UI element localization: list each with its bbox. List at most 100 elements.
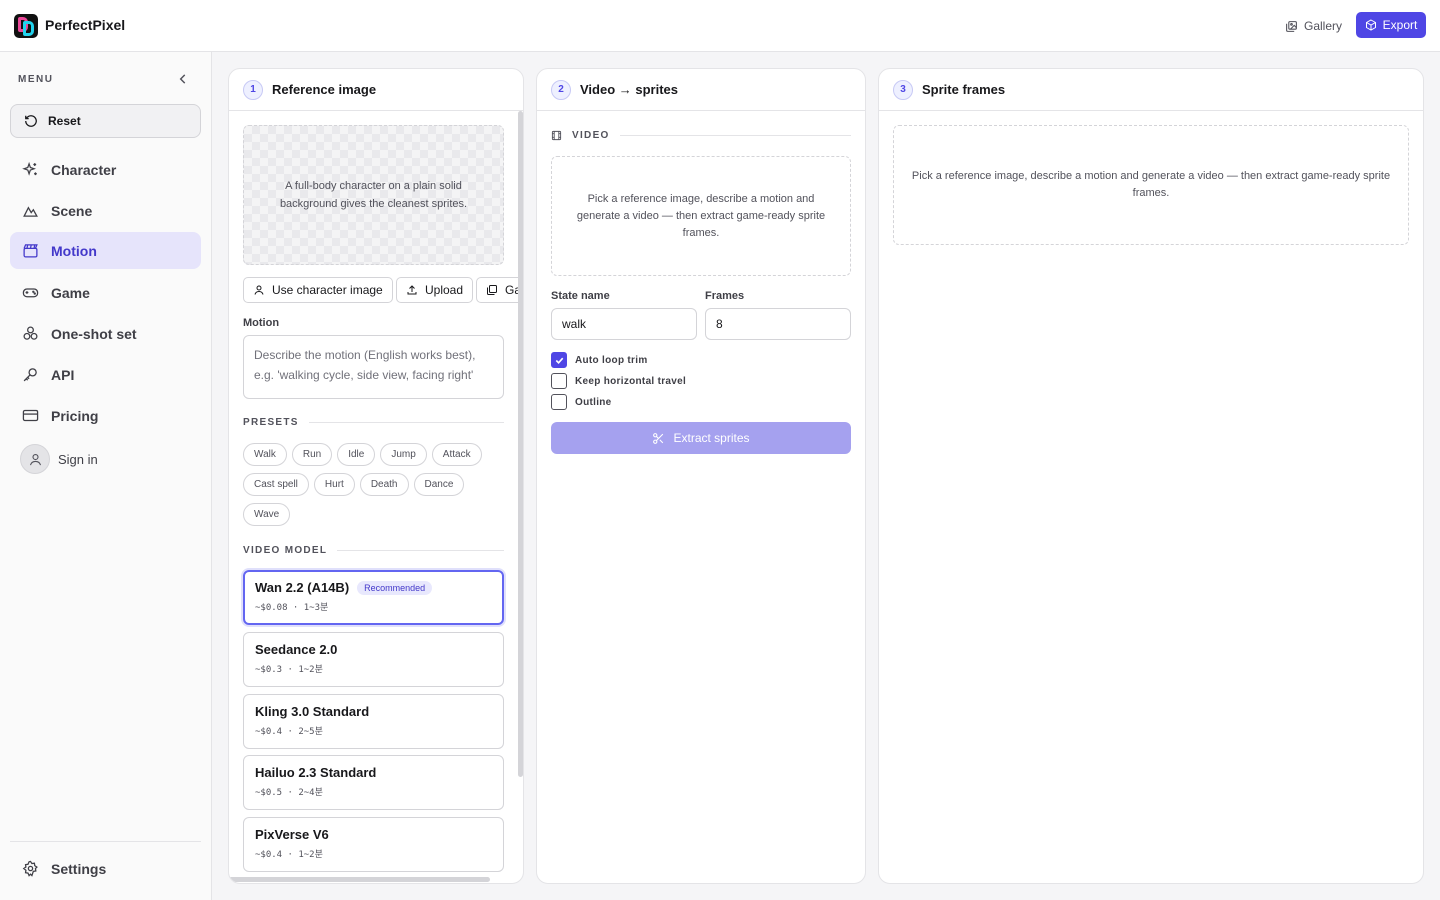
preset-chip[interactable]: Attack: [431, 443, 482, 466]
section-divider: [619, 135, 851, 136]
sprite-frames-placeholder-text: Pick a reference image, describe a motio…: [911, 170, 1391, 199]
app-logo-icon[interactable]: [14, 14, 38, 38]
model-option-wan[interactable]: Wan 2.2 (A14B) Recommended ~$0.08 · 1~3분: [243, 570, 504, 625]
sidebar-item-pricing[interactable]: Pricing: [10, 397, 201, 434]
preset-chip[interactable]: Dance: [413, 473, 465, 496]
recommended-badge: Recommended: [357, 580, 433, 595]
model-meta: ~$0.5 · 2~4분: [255, 788, 323, 798]
sidebar-item-label: API: [51, 366, 75, 383]
extract-sprites-button[interactable]: Extract sprites: [551, 422, 851, 454]
model-meta: ~$0.4 · 1~2분: [255, 850, 323, 860]
sidebar-item-label: Character: [51, 161, 117, 178]
sidebar-item-api[interactable]: API: [10, 356, 201, 393]
option-label: Keep horizontal travel: [575, 375, 687, 387]
model-meta: ~$0.3 · 1~2분: [255, 665, 323, 675]
panel-header: 1 Reference image: [229, 69, 523, 111]
sidebar-item-label: Motion: [51, 242, 97, 259]
shapes-icon: [23, 326, 38, 340]
model-name-row: Wan 2.2 (A14B) Recommended: [255, 580, 492, 595]
model-name: Kling 3.0 Standard: [255, 704, 370, 719]
vertical-scrollbar[interactable]: [518, 111, 523, 777]
model-option-kling[interactable]: Kling 3.0 Standard ~$0.4 · 2~5분: [243, 694, 504, 749]
credit-card-icon: [22, 409, 39, 422]
rotate-ccw-icon: [25, 115, 37, 127]
panel-title: Sprite frames: [922, 82, 1006, 97]
gear-icon: [22, 860, 38, 877]
sign-in-label: Sign in: [58, 451, 98, 467]
upload-button[interactable]: Upload: [396, 277, 474, 303]
video-placeholder: Pick a reference image, describe a motio…: [551, 156, 851, 276]
preset-chip[interactable]: Idle: [337, 443, 376, 466]
gallery-pick-button[interactable]: Gallery: [476, 277, 523, 303]
sidebar-item-one-shot-set[interactable]: One-shot set: [10, 315, 201, 352]
preset-chip[interactable]: Wave: [243, 503, 291, 526]
checkbox-checked[interactable]: [551, 352, 567, 368]
use-character-image-button[interactable]: Use character image: [243, 277, 393, 303]
sidebar-item-scene[interactable]: Scene: [10, 192, 201, 229]
sidebar-item-settings[interactable]: Settings: [10, 850, 201, 887]
user-icon: [29, 453, 41, 465]
preset-chip[interactable]: Walk: [243, 443, 287, 466]
film-icon: [551, 130, 562, 141]
reference-image-panel: 1 Reference image A full-body character …: [228, 68, 524, 884]
preset-chip[interactable]: Run: [291, 443, 333, 466]
sidebar-item-motion[interactable]: Motion: [10, 232, 201, 269]
keep-horizontal-travel-option[interactable]: Keep horizontal travel: [551, 373, 686, 389]
checkbox[interactable]: [551, 394, 567, 410]
mountain-icon: [23, 206, 38, 217]
horizontal-scrollbar[interactable]: [229, 877, 490, 882]
video-section-title: VIDEO: [551, 130, 851, 141]
sidebar-item-label: One-shot set: [51, 325, 137, 342]
images-icon: [1286, 20, 1297, 32]
auto-loop-trim-option[interactable]: Auto loop trim: [551, 352, 648, 368]
dropzone-hint: A full-body character on a plain solid b…: [279, 180, 468, 210]
reset-label: Reset: [48, 114, 81, 128]
images-icon: [487, 285, 497, 295]
model-name: PixVerse V6: [255, 827, 329, 842]
frames-input[interactable]: 8: [705, 308, 851, 340]
section-title-text: PRESETS: [243, 417, 299, 428]
package-icon: [1365, 19, 1376, 31]
state-name-label: State name: [551, 290, 610, 302]
gamepad-icon: [22, 288, 39, 298]
sidebar-item-game[interactable]: Game: [10, 274, 201, 311]
model-option-hailuo[interactable]: Hailuo 2.3 Standard ~$0.5 · 2~4분: [243, 755, 504, 810]
sidebar-item-character[interactable]: Character: [10, 151, 201, 188]
step-number: 3: [893, 79, 913, 100]
reset-button[interactable]: Reset: [10, 104, 201, 138]
preset-chips: Walk Run Idle Jump Attack Cast spell Hur…: [243, 443, 505, 526]
option-label: Auto loop trim: [575, 354, 648, 366]
clapperboard-icon: [23, 244, 38, 258]
model-name: Seedance 2.0: [255, 642, 338, 657]
model-option-seedance[interactable]: Seedance 2.0 ~$0.3 · 1~2분: [243, 632, 504, 687]
sign-in-button[interactable]: Sign in: [20, 444, 98, 474]
chevron-left-icon[interactable]: [176, 72, 190, 86]
preset-chip[interactable]: Death: [359, 473, 409, 496]
upload-icon: [407, 285, 417, 295]
sidebar: MENU Reset Character Scene Motion Game O…: [0, 52, 212, 900]
model-name: Wan 2.2 (A14B): [255, 580, 350, 595]
reference-image-dropzone[interactable]: A full-body character on a plain solid b…: [243, 125, 504, 265]
panel-title: Reference image: [272, 82, 377, 97]
outline-option[interactable]: Outline: [551, 394, 612, 410]
preset-chip[interactable]: Hurt: [313, 473, 355, 496]
brand-name[interactable]: PerfectPixel: [45, 17, 125, 33]
gallery-button[interactable]: Gallery: [1285, 13, 1342, 39]
checkbox[interactable]: [551, 373, 567, 389]
export-button[interactable]: Export: [1356, 12, 1426, 38]
sprite-frames-placeholder: Pick a reference image, describe a motio…: [893, 125, 1409, 245]
panel-title: Video → sprites: [580, 82, 679, 97]
sidebar-item-label: Pricing: [51, 407, 99, 424]
frames-label: Frames: [705, 290, 745, 302]
state-name-input[interactable]: walk: [551, 308, 697, 340]
panel-header: 2 Video → sprites: [537, 69, 865, 111]
key-icon: [23, 368, 37, 382]
section-title-text: VIDEO MODEL: [243, 545, 328, 556]
model-option-pixverse[interactable]: PixVerse V6 ~$0.4 · 1~2분: [243, 817, 504, 872]
menu-label: MENU: [18, 74, 54, 85]
motion-input[interactable]: Describe the motion (English works best)…: [243, 335, 504, 399]
sidebar-item-label: Scene: [51, 202, 93, 219]
gallery-label: Gallery: [1304, 19, 1343, 33]
preset-chip[interactable]: Jump: [380, 443, 427, 466]
preset-chip[interactable]: Cast spell: [243, 473, 309, 496]
